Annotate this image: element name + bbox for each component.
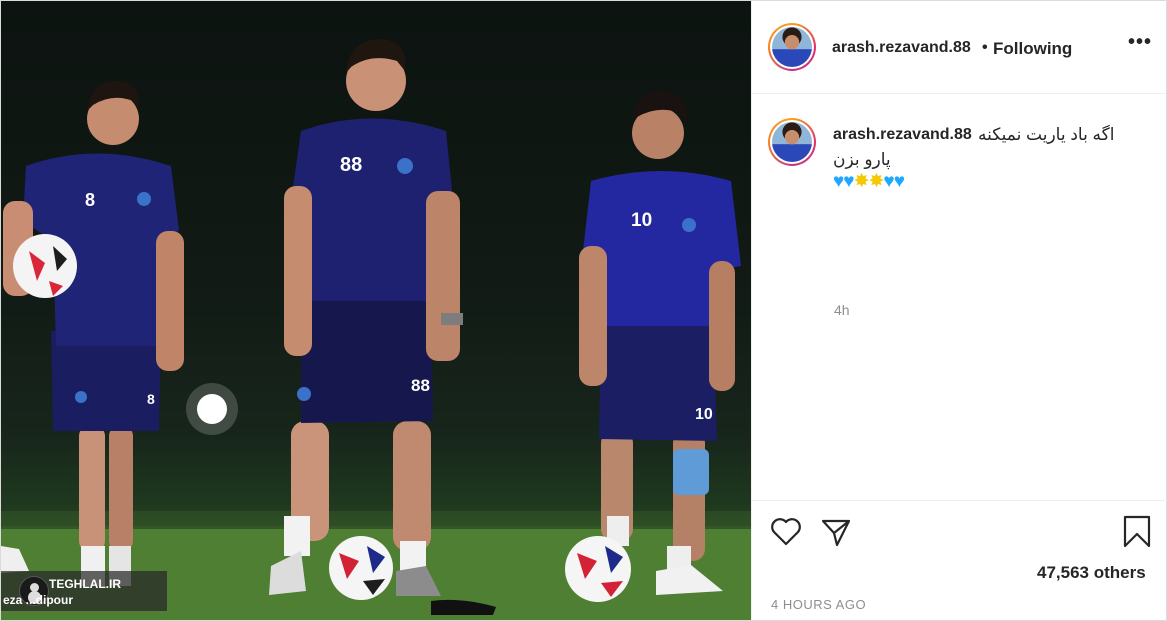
svg-text:10: 10: [695, 406, 713, 423]
avatar-photo: [772, 122, 812, 162]
post-timestamp[interactable]: 4 HOURS AGO: [771, 597, 866, 612]
save-bookmark-icon[interactable]: [1122, 515, 1152, 549]
svg-text:8: 8: [85, 190, 95, 210]
player-8: 8 8: [3, 80, 184, 586]
blue-heart-icon: ♥: [833, 171, 844, 192]
blue-heart-icon: ♥: [883, 171, 894, 192]
caption-avatar[interactable]: [768, 118, 816, 166]
blue-heart-icon: ♥: [893, 171, 905, 192]
instagram-post: 8 8 88 88 10 10 TEGHLAL.IR eza ...dipour…: [0, 0, 1167, 621]
post-header: arash.rezavand.88 • Following •••: [752, 1, 1166, 94]
following-button[interactable]: Following: [993, 39, 1072, 59]
svg-text:88: 88: [340, 154, 362, 176]
author-username[interactable]: arash.rezavand.88: [832, 39, 971, 57]
likes-count[interactable]: 47,563 others: [1037, 563, 1146, 583]
avatar-photo: [772, 27, 812, 67]
star-icon: ✸: [853, 171, 870, 192]
header-separator: •: [982, 39, 988, 56]
svg-text:88: 88: [411, 376, 430, 395]
caption-age: 4h: [834, 302, 850, 318]
credit-name: eza ...dipour: [3, 593, 74, 607]
caption-text-line-1: اگه باد یاریت نمیکنه: [978, 125, 1115, 144]
share-send-icon[interactable]: [820, 517, 852, 547]
post-photo[interactable]: 8 8 88 88 10 10 TEGHLAL.IR eza ...dipour: [1, 1, 751, 620]
football-training-photo: 8 8 88 88 10 10: [1, 39, 751, 620]
caption-username[interactable]: arash.rezavand.88: [833, 126, 972, 144]
svg-text:8: 8: [147, 391, 155, 407]
star-icon: ✸: [868, 171, 884, 192]
svg-text:10: 10: [631, 210, 652, 231]
like-heart-icon[interactable]: [770, 517, 802, 547]
post-side-panel: arash.rezavand.88 • Following ••• arash.…: [751, 1, 1167, 620]
blue-heart-icon: ♥: [843, 171, 854, 192]
post-actions: 47,563 others 4 HOURS AGO: [752, 500, 1167, 620]
photo-credit-watermark: TEGHLAL.IR eza ...dipour: [1, 571, 167, 611]
more-options-icon[interactable]: •••: [1128, 31, 1152, 54]
caption-text-line-2: پارو بزن: [833, 150, 891, 169]
caption-emojis: ♥♥✸✸♥♥: [833, 170, 905, 193]
caption-block: arash.rezavand.88 اگه باد یاریت نمیکنه پ…: [752, 94, 1166, 499]
credit-site: TEGHLAL.IR: [49, 577, 121, 591]
author-avatar[interactable]: [768, 23, 816, 71]
